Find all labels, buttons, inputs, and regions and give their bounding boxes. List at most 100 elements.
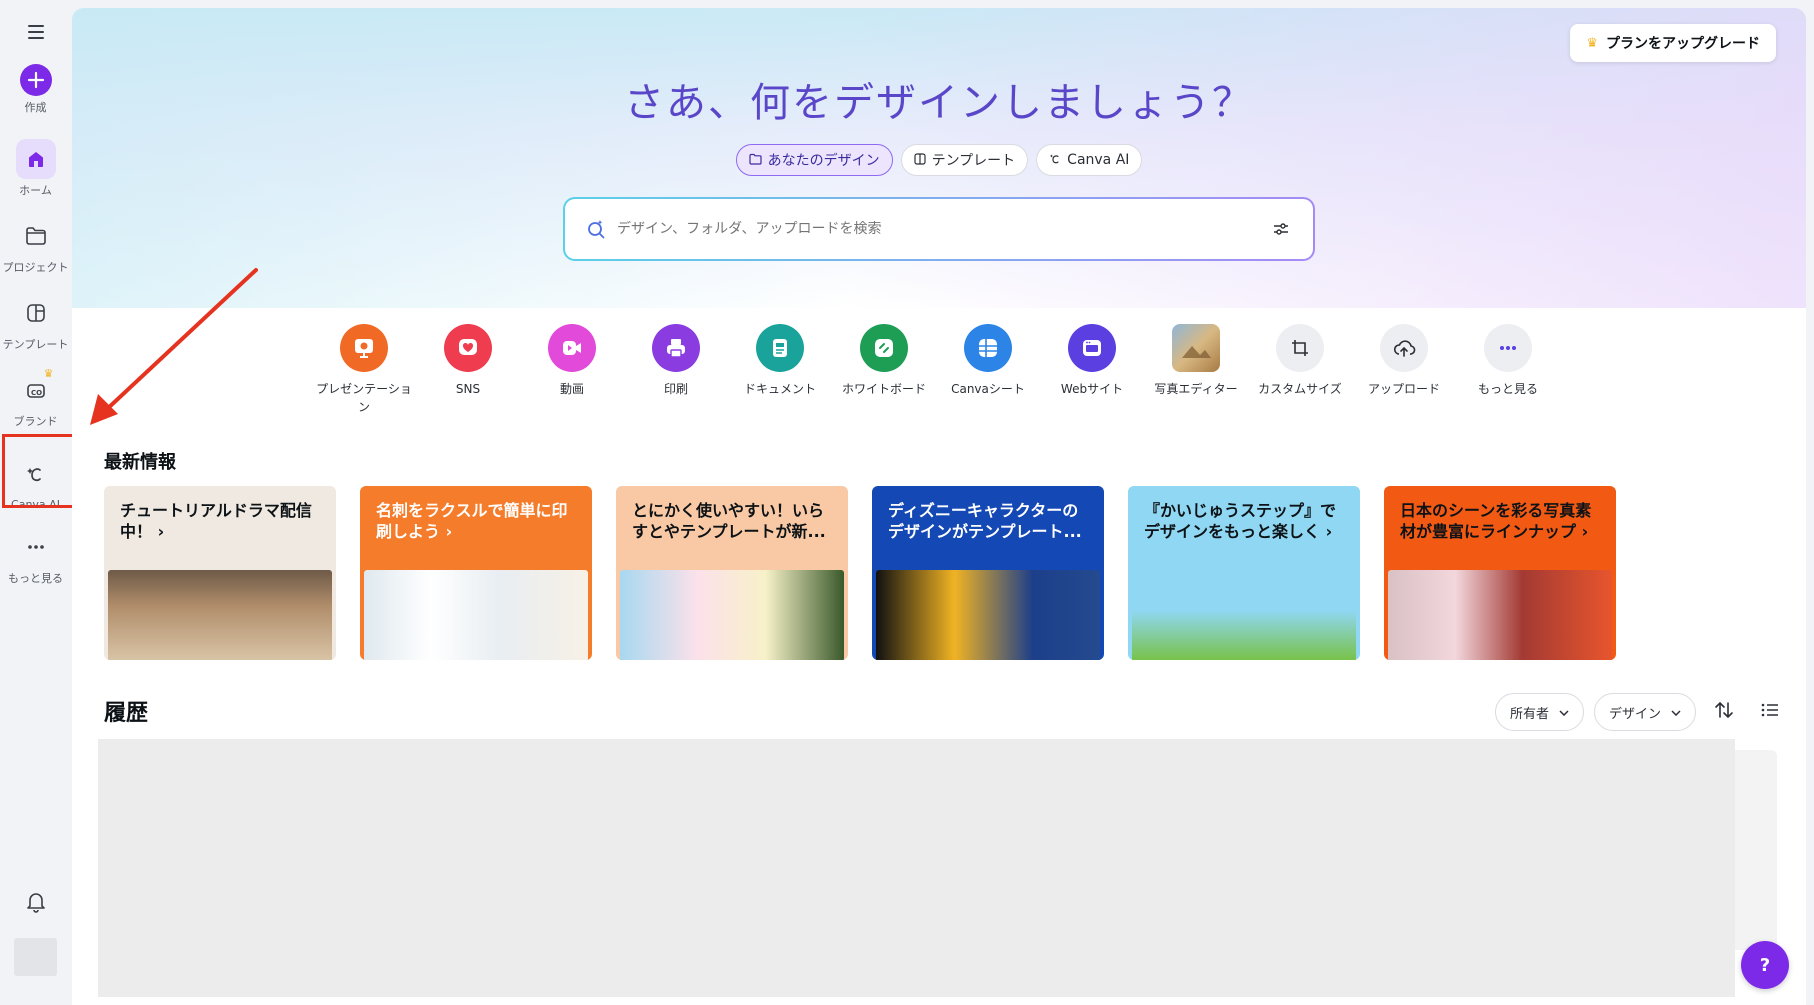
action-label: 写真エディター [1154, 382, 1238, 396]
action-custom-size[interactable]: カスタムサイズ [1248, 324, 1352, 416]
history-section-title: 履歴 [104, 701, 149, 726]
type-label: デザイン [1608, 706, 1661, 722]
card-title: 日本のシーンを彩る写真素材が豊富にラインナップ › [1400, 501, 1592, 541]
card-title: ディズニーキャラクターのデザインがテンプレート... [888, 501, 1082, 541]
upgrade-plan-button[interactable]: ♛ プランをアップグレード [1570, 24, 1776, 62]
owner-dropdown[interactable]: 所有者 [1494, 693, 1584, 731]
main-panel: ♛ プランをアップグレード さあ、何をデザインしましょう？ あなたのデザイン テ… [72, 8, 1806, 1005]
action-label: 動画 [559, 382, 584, 396]
action-canva-sheet[interactable]: Canvaシート [936, 324, 1040, 416]
folder-icon [748, 153, 762, 168]
card-kaiju-step[interactable]: 『かいじゅうステップ』でデザインをもっと楽しく › [1128, 486, 1360, 660]
action-document[interactable]: ドキュメント [728, 324, 832, 416]
tab-your-designs[interactable]: あなたのデザイン [735, 144, 893, 176]
latest-cards: チュートリアルドラマ配信中！ › 名刺をラクスルで簡単に印刷しよう › とにかく… [104, 486, 1616, 660]
brand-icon: ♛ CO [16, 367, 56, 410]
action-sns[interactable]: SNS [416, 324, 520, 416]
sidebar-item-brand[interactable]: ♛ CO ブランド [0, 367, 71, 429]
card-image [620, 570, 844, 660]
printer-icon [652, 324, 700, 372]
action-print[interactable]: 印刷 [624, 324, 728, 416]
tab-label: あなたのデザイン [767, 153, 880, 169]
action-upload[interactable]: アップロード [1352, 324, 1456, 416]
action-website[interactable]: Webサイト [1040, 324, 1144, 416]
search-bar [563, 197, 1315, 261]
action-presentation[interactable]: プレゼンテーション [312, 324, 416, 416]
search-input[interactable] [617, 221, 1269, 237]
sidebar-item-label: もっと見る [8, 572, 63, 585]
home-icon [15, 139, 56, 179]
crown-icon: ♛ [43, 367, 54, 380]
canva-ai-icon [1049, 153, 1061, 168]
sort-icon [1714, 701, 1734, 723]
card-title: とにかく使いやすい！いらすとやテンプレートが新... [632, 501, 826, 541]
card-disney[interactable]: ディズニーキャラクターのデザインがテンプレート... [872, 486, 1104, 660]
crown-icon: ♛ [1586, 35, 1598, 51]
svg-text:CO: CO [31, 389, 42, 397]
more-icon [1484, 324, 1532, 372]
action-label: もっと見る [1477, 382, 1538, 396]
sidebar-item-templates[interactable]: テンプレート [0, 293, 71, 352]
filter-icon[interactable] [1269, 217, 1293, 241]
folder-icon [16, 216, 56, 256]
hamburger-icon[interactable] [20, 16, 52, 48]
plus-icon [19, 64, 52, 96]
history-side-panel [1735, 750, 1777, 950]
latest-section-title: 最新情報 [104, 452, 176, 473]
card-japan-photos[interactable]: 日本のシーンを彩る写真素材が豊富にラインナップ › [1384, 486, 1616, 660]
sidebar-item-label: ブランド [13, 415, 58, 428]
highlight-box [2, 434, 79, 508]
sidebar-item-home[interactable]: ホーム [0, 139, 71, 198]
card-image [1388, 570, 1612, 660]
chevron-down-icon [1559, 705, 1569, 720]
action-photo-editor[interactable]: 写真エディター [1144, 324, 1248, 416]
card-image [1132, 570, 1356, 660]
help-button[interactable]: ? [1741, 941, 1789, 989]
sidebar-item-label: プロジェクト [2, 261, 69, 274]
action-label: ホワイトボード [841, 382, 926, 396]
action-label: Webサイト [1060, 382, 1124, 396]
document-icon [756, 324, 804, 372]
sidebar-item-create[interactable]: 作成 [0, 64, 71, 115]
action-more[interactable]: もっと見る [1456, 324, 1560, 416]
sidebar-item-projects[interactable]: プロジェクト [0, 216, 71, 275]
action-whiteboard[interactable]: ホワイトボード [832, 324, 936, 416]
action-video[interactable]: 動画 [520, 324, 624, 416]
card-title: 名刺をラクスルで簡単に印刷しよう › [376, 501, 568, 541]
presentation-icon [340, 324, 388, 372]
sidebar-item-label: ホーム [19, 184, 52, 197]
video-icon [548, 324, 596, 372]
template-icon [16, 293, 56, 333]
chevron-down-icon [1671, 705, 1681, 720]
sidebar-item-label: 作成 [24, 101, 47, 114]
whiteboard-icon [860, 324, 908, 372]
tab-templates[interactable]: テンプレート [900, 144, 1029, 176]
avatar[interactable] [14, 938, 57, 976]
upgrade-label: プランをアップグレード [1606, 36, 1760, 52]
sidebar-item-label: テンプレート [2, 338, 69, 351]
page-title: さあ、何をデザインしましょう？ [624, 80, 1254, 126]
sort-button[interactable] [1706, 694, 1742, 730]
card-irasutoya[interactable]: とにかく使いやすい！いらすとやテンプレートが新... [616, 486, 848, 660]
action-label: カスタムサイズ [1258, 382, 1342, 396]
notifications-button[interactable] [0, 882, 71, 922]
history-list [98, 739, 1735, 997]
tab-canva-ai[interactable]: Canva AI [1036, 144, 1143, 176]
list-view-button[interactable] [1752, 694, 1788, 730]
card-tutorial-drama[interactable]: チュートリアルドラマ配信中！ › [104, 486, 336, 660]
tab-label: Canva AI [1067, 152, 1130, 168]
sidebar-item-more[interactable]: もっと見る [0, 527, 71, 586]
card-business-card[interactable]: 名刺をラクスルで簡単に印刷しよう › [360, 486, 592, 660]
list-icon [1761, 702, 1779, 722]
search-scope-tabs: あなたのデザイン テンプレート Canva AI [72, 144, 1806, 176]
type-dropdown[interactable]: デザイン [1593, 693, 1696, 731]
action-label: プレゼンテーション [316, 382, 412, 414]
card-image [364, 570, 588, 660]
owner-label: 所有者 [1509, 706, 1549, 722]
photo-editor-icon [1172, 324, 1220, 372]
custom-size-icon [1276, 324, 1324, 372]
tab-label: テンプレート [931, 153, 1016, 169]
search-icon [585, 218, 607, 240]
website-icon [1068, 324, 1116, 372]
card-title: チュートリアルドラマ配信中！ › [120, 501, 312, 541]
